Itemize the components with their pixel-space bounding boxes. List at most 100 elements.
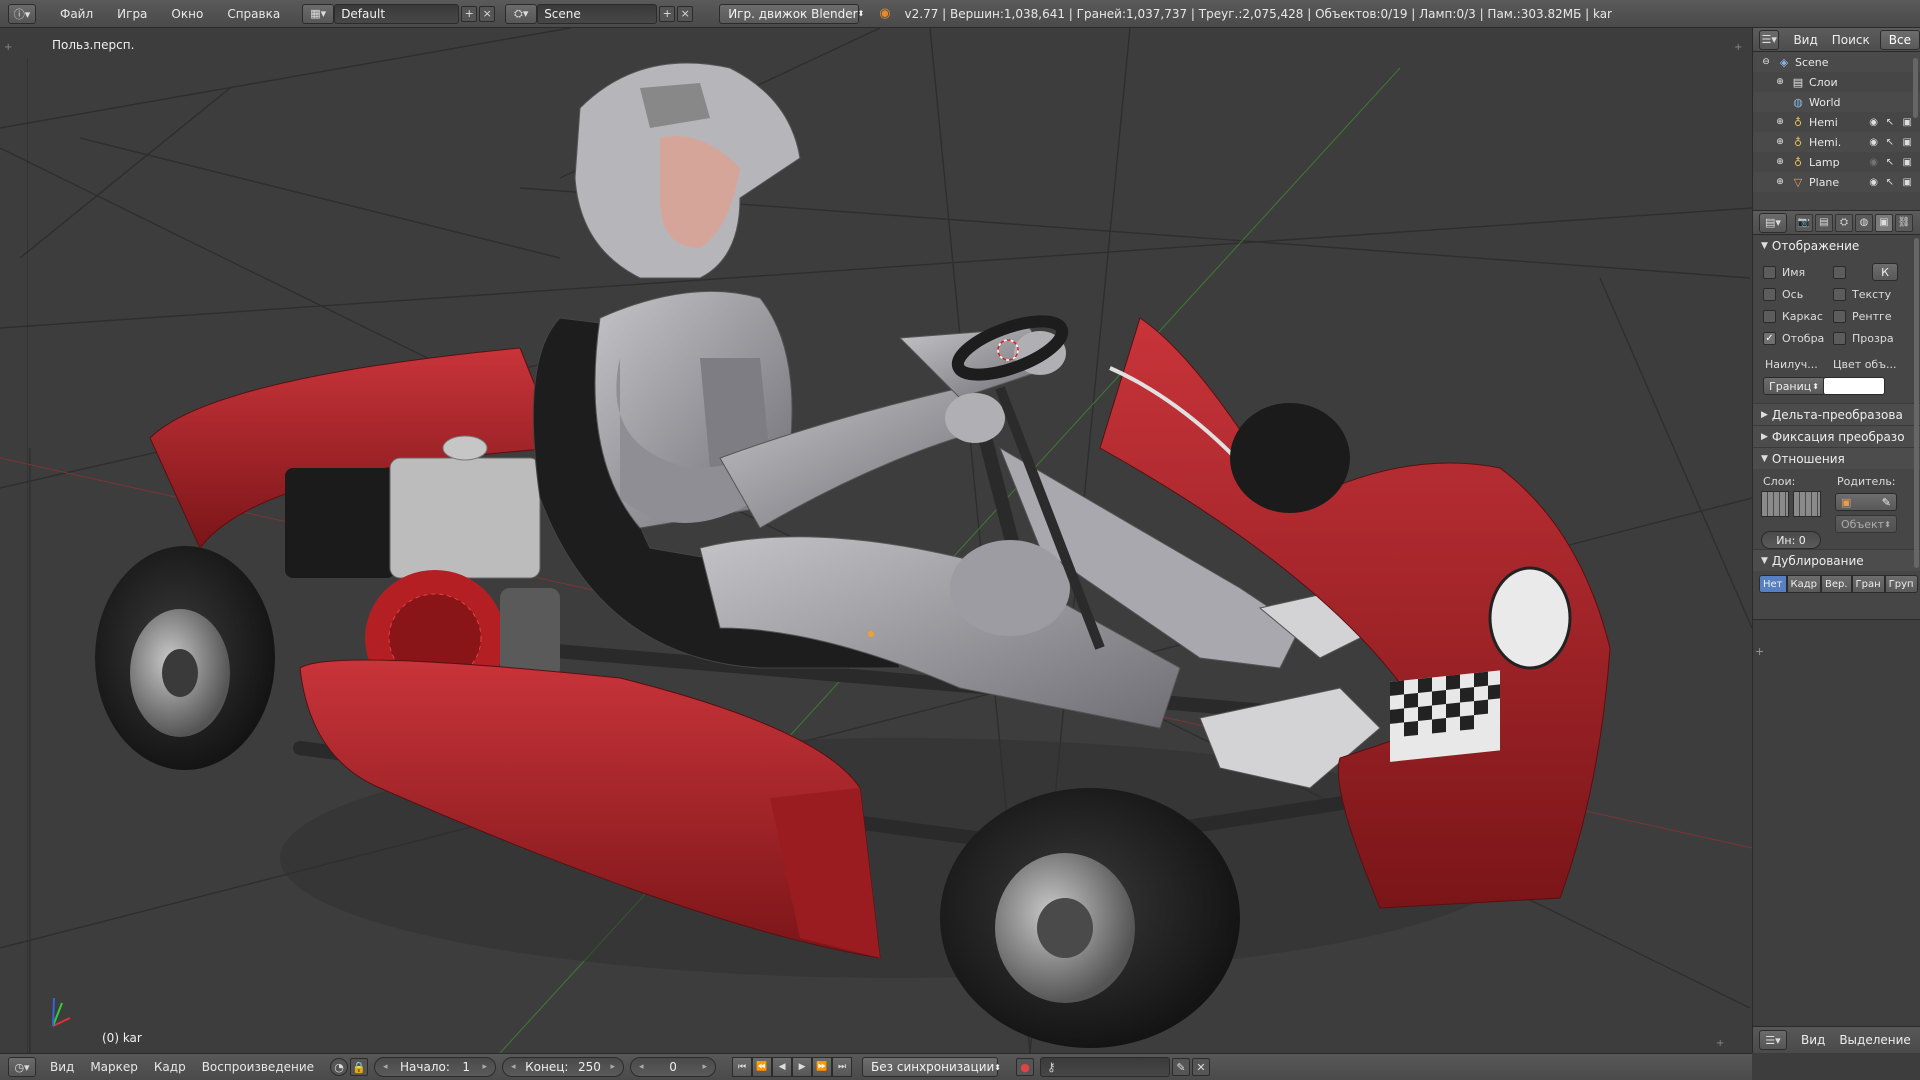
expand-icon[interactable]: ⊕ — [1773, 115, 1787, 129]
lower-right-editor[interactable]: ☰▾ Вид Выделение — [1752, 619, 1920, 1053]
duplication-panel-header[interactable]: ▼ Дублирование — [1753, 549, 1920, 571]
parent-type-dropdown[interactable]: Объект ⬍ — [1835, 515, 1897, 533]
outliner-filter-dropdown[interactable]: Все — [1879, 29, 1920, 50]
increment-icon[interactable]: ▸ — [482, 1062, 487, 1072]
outliner-row-layers[interactable]: ⊕ ▤ Слои — [1753, 72, 1920, 92]
transform-locks-panel-header[interactable]: ▶ Фиксация преобразо — [1753, 425, 1920, 447]
remove-scene-icon[interactable]: × — [677, 5, 694, 22]
outliner-row-plane[interactable]: ⊕ ▽ Plane ◉ ↖ ▣ — [1753, 172, 1920, 192]
relations-panel-header[interactable]: ▼ Отношения — [1753, 447, 1920, 469]
xray-checkbox[interactable] — [1833, 309, 1846, 323]
next-keyframe-icon[interactable]: ⏩ — [812, 1057, 833, 1077]
screen-layout-icon[interactable]: ▦▾ — [302, 3, 335, 24]
render-camera-icon[interactable]: ▣ — [1903, 177, 1912, 188]
lower-menu-select[interactable]: Выделение — [1839, 1033, 1910, 1047]
constraints-tab-icon[interactable]: ⛓ — [1895, 213, 1913, 232]
dupli-faces-tab[interactable]: Гран — [1851, 575, 1885, 593]
menu-help[interactable]: Справка — [215, 7, 292, 21]
plus-icon[interactable]: + — [1755, 645, 1764, 658]
outliner-editor-type-button[interactable]: ☰▾ — [1759, 29, 1780, 50]
object-tab-icon[interactable]: ▣ — [1875, 213, 1893, 232]
render-engine-dropdown[interactable]: Игр. движок Blender ⬍ — [719, 3, 864, 24]
insert-keyframe-icon[interactable]: ✎ — [1172, 1058, 1191, 1076]
record-icon[interactable]: ● — [1016, 1058, 1035, 1076]
layers-tab-icon[interactable]: ▤ — [1815, 213, 1833, 232]
tool-shelf-edge[interactable] — [0, 58, 28, 1053]
render-camera-icon[interactable]: ▣ — [1903, 137, 1912, 148]
increment-icon[interactable]: ▸ — [702, 1062, 707, 1072]
start-frame-field[interactable]: ◂ Начало: 1 ▸ — [374, 1057, 497, 1077]
menu-view[interactable]: Вид — [42, 1060, 82, 1074]
eyedropper-icon[interactable]: ✎ — [1882, 496, 1891, 509]
visibility-eye-icon[interactable]: ◉ — [1869, 157, 1878, 168]
info-editor-type-button[interactable]: ⓘ▾ — [8, 3, 36, 24]
scene-icon[interactable]: ⛭▾ — [505, 3, 538, 24]
add-scene-icon[interactable]: + — [659, 5, 676, 22]
outliner-scrollbar[interactable] — [1913, 58, 1918, 118]
sync-mode-dropdown[interactable]: Без синхронизации ⬍ — [862, 1057, 1001, 1077]
expand-icon[interactable]: ⊕ — [1773, 155, 1787, 169]
menu-file[interactable]: Файл — [48, 7, 105, 21]
object-color-swatch[interactable] — [1823, 377, 1885, 395]
display-panel-header[interactable]: ▼ Отображение — [1753, 235, 1920, 257]
menu-playback[interactable]: Воспроизведение — [194, 1060, 322, 1074]
outliner-row-lamp[interactable]: ⊕ ♁ Lamp ◉ ↖ ▣ — [1753, 152, 1920, 172]
visibility-eye-icon[interactable]: ◉ — [1869, 117, 1878, 128]
properties-editor-type-button[interactable]: ▤▾ — [1759, 212, 1787, 233]
decrement-icon[interactable]: ◂ — [511, 1062, 516, 1072]
collapse-icon[interactable]: ⊖ — [1759, 55, 1773, 69]
plus-icon[interactable]: + — [1734, 42, 1742, 53]
increment-icon[interactable]: ▸ — [610, 1062, 615, 1072]
outliner-row-scene[interactable]: ⊖ ◈ Scene — [1753, 52, 1920, 72]
layer-grid-left[interactable] — [1761, 491, 1789, 517]
selectable-arrow-icon[interactable]: ↖ — [1886, 117, 1894, 128]
scene-tab-icon[interactable]: ⛭ — [1835, 213, 1853, 232]
jump-end-icon[interactable]: ⏭ — [832, 1057, 853, 1077]
bounds-type-dropdown[interactable]: Границ ⬍ — [1763, 377, 1825, 395]
menu-marker[interactable]: Маркер — [82, 1060, 146, 1074]
dupli-verts-tab[interactable]: Вер. — [1821, 575, 1852, 593]
3d-viewport[interactable]: + + + Польз.персп. (0) kar — [0, 28, 1752, 1053]
lower-editor-type-button[interactable]: ☰▾ — [1759, 1030, 1787, 1050]
plus-icon[interactable]: + — [1716, 1038, 1724, 1049]
render-camera-icon[interactable]: ▣ — [1903, 117, 1912, 128]
delta-transform-panel-header[interactable]: ▶ Дельта-преобразова — [1753, 403, 1920, 425]
decrement-icon[interactable]: ◂ — [383, 1062, 388, 1072]
selectable-arrow-icon[interactable]: ↖ — [1886, 157, 1894, 168]
pass-index-field[interactable]: Ин: 0 — [1761, 531, 1821, 549]
scene-field[interactable]: Scene — [537, 3, 658, 24]
lock-icon[interactable]: 🔒 — [350, 1058, 369, 1076]
timeline-editor-type-button[interactable]: ◷▾ — [8, 1057, 36, 1077]
dupli-none-tab[interactable]: Нет — [1759, 575, 1787, 593]
outliner-menu-view[interactable]: Вид — [1793, 33, 1817, 47]
visibility-eye-icon[interactable]: ◉ — [1869, 137, 1878, 148]
display-bounds-checkbox[interactable]: ✓ — [1763, 331, 1776, 345]
decrement-icon[interactable]: ◂ — [639, 1062, 644, 1072]
delete-keyframe-icon[interactable]: ✕ — [1192, 1058, 1211, 1076]
prev-keyframe-icon[interactable]: ⏪ — [752, 1057, 773, 1077]
transparency-checkbox[interactable] — [1833, 331, 1846, 345]
screen-layout-field[interactable]: Default — [334, 3, 460, 24]
menu-window[interactable]: Окно — [159, 7, 215, 21]
selectable-arrow-icon[interactable]: ↖ — [1886, 137, 1894, 148]
plus-icon[interactable]: + — [4, 42, 12, 53]
layer-grid-right[interactable] — [1793, 491, 1821, 517]
lower-menu-view[interactable]: Вид — [1801, 1033, 1825, 1047]
properties-scrollbar[interactable] — [1914, 238, 1919, 568]
expand-icon[interactable]: ⊕ — [1773, 75, 1787, 89]
layer-buttons[interactable] — [1761, 491, 1821, 517]
parent-field[interactable]: ▣ ✎ — [1835, 493, 1897, 511]
expand-icon[interactable]: ⊕ — [1773, 175, 1787, 189]
outliner-row-hemi[interactable]: ⊕ ♁ Hemi ◉ ↖ ▣ — [1753, 112, 1920, 132]
menu-game[interactable]: Игра — [105, 7, 159, 21]
display-name-checkbox[interactable] — [1763, 265, 1776, 279]
play-reverse-icon[interactable]: ◀ — [772, 1057, 793, 1077]
expand-icon[interactable]: ⊕ — [1773, 135, 1787, 149]
outliner-row-world[interactable]: ◍ World — [1753, 92, 1920, 112]
add-layout-icon[interactable]: + — [461, 5, 478, 22]
display-axis-checkbox[interactable] — [1763, 287, 1776, 301]
k-field[interactable]: К — [1872, 263, 1898, 281]
end-frame-field[interactable]: ◂ Конец: 250 ▸ — [502, 1057, 625, 1077]
play-icon[interactable]: ▶ — [792, 1057, 813, 1077]
jump-start-icon[interactable]: ⏮ — [732, 1057, 753, 1077]
